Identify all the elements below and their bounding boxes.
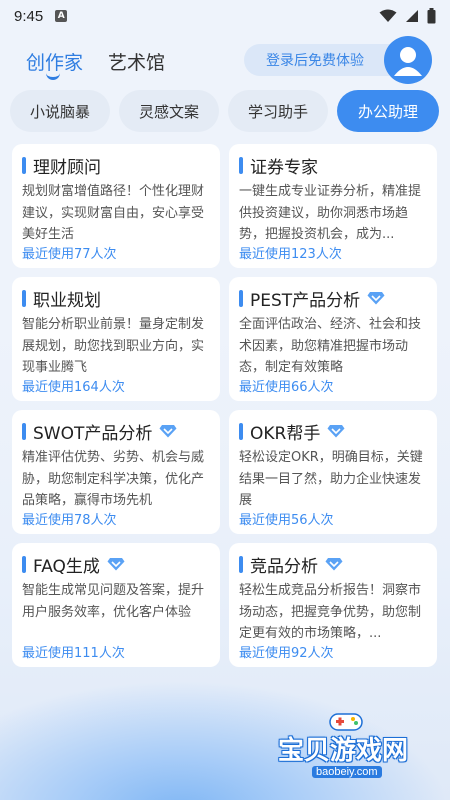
card-usage-count: 最近使用78人次 bbox=[22, 513, 117, 528]
card-description: 轻松设定OKR，明确目标，关键结果一目了然，助力企业快速发展 bbox=[239, 450, 423, 508]
card-description: 一键生成专业证券分析，精准提供投资建议，助你洞悉市场趋势，把握投资机会，成为..… bbox=[239, 184, 422, 242]
card-accent-bar bbox=[22, 156, 26, 174]
card-accent-bar bbox=[239, 289, 243, 307]
battery-icon bbox=[427, 8, 436, 24]
card-description: 智能生成常见问题及答案，提升用户服务效率，优化客户体验 bbox=[22, 583, 205, 620]
card-title: PEST产品分析 bbox=[250, 290, 361, 311]
watermark-text: 宝贝游戏网 bbox=[278, 736, 409, 766]
card-competitor-analysis[interactable]: 竞品分析 轻松生成竞品分析报告！洞察市场动态，把握竞争优势，助您制定更有效的市场… bbox=[229, 543, 437, 667]
card-title: OKR帮手 bbox=[250, 423, 321, 444]
card-usage-count: 最近使用77人次 bbox=[22, 247, 117, 262]
watermark-url: baobeiy.com bbox=[312, 766, 382, 778]
vip-diamond-icon bbox=[325, 558, 343, 571]
tab-active-indicator bbox=[46, 72, 60, 80]
card-title: SWOT产品分析 bbox=[33, 423, 153, 444]
vip-diamond-icon bbox=[107, 558, 125, 571]
card-accent-bar bbox=[22, 422, 26, 440]
card-accent-bar bbox=[22, 289, 26, 307]
card-usage-count: 最近使用92人次 bbox=[239, 646, 334, 661]
card-usage-count: 最近使用123人次 bbox=[239, 247, 342, 262]
vip-diamond-icon bbox=[159, 425, 177, 438]
card-description: 轻松生成竞品分析报告！洞察市场动态，把握竞争优势，助您制定更有效的市场策略，..… bbox=[239, 583, 422, 641]
card-description: 智能分析职业前景！量身定制发展规划，助您找到职业方向，实现事业腾飞 bbox=[22, 317, 205, 375]
card-title: FAQ生成 bbox=[33, 556, 100, 577]
card-usage-count: 最近使用111人次 bbox=[22, 646, 125, 661]
avatar[interactable] bbox=[384, 36, 432, 84]
card-financial-advisor[interactable]: 理财顾问 规划财富增值路径！个性化理财建议，实现财富自由，安心享受美好生活 最近… bbox=[12, 144, 220, 268]
chip-novel-brainstorm[interactable]: 小说脑暴 bbox=[10, 90, 110, 132]
card-swot-analysis[interactable]: SWOT产品分析 精准评估优势、劣势、机会与威胁，助您制定科学决策，优化产品策略… bbox=[12, 410, 220, 534]
card-pest-analysis[interactable]: PEST产品分析 全面评估政治、经济、社会和技术因素，助您精准把握市场动态，制定… bbox=[229, 277, 437, 401]
card-okr-helper[interactable]: OKR帮手 轻松设定OKR，明确目标，关键结果一目了然，助力企业快速发展 最近使… bbox=[229, 410, 437, 534]
login-free-trial-button[interactable]: 登录后免费体验 bbox=[244, 44, 404, 76]
card-usage-count: 最近使用164人次 bbox=[22, 380, 125, 395]
chip-study-assistant[interactable]: 学习助手 bbox=[228, 90, 328, 132]
card-description: 规划财富增值路径！个性化理财建议，实现财富自由，安心享受美好生活 bbox=[22, 184, 205, 242]
card-title: 职业规划 bbox=[33, 290, 101, 311]
category-chips: 小说脑暴 灵感文案 学习助手 办公助理 bbox=[0, 90, 450, 134]
status-icons bbox=[379, 8, 436, 24]
status-time: 9:45 bbox=[14, 7, 44, 25]
card-title: 竞品分析 bbox=[250, 556, 318, 577]
tab-creator[interactable]: 创作家 bbox=[26, 48, 83, 75]
notification-a-icon: A bbox=[55, 10, 68, 22]
vip-diamond-icon bbox=[367, 292, 385, 305]
card-usage-count: 最近使用66人次 bbox=[239, 380, 334, 395]
vip-diamond-icon bbox=[327, 425, 345, 438]
signal-icon bbox=[406, 10, 418, 22]
card-description: 精准评估优势、劣势、机会与威胁，助您制定科学决策，优化产品策略，赢得市场先机 bbox=[22, 450, 205, 508]
chip-inspiration-copy[interactable]: 灵感文案 bbox=[119, 90, 219, 132]
card-description: 全面评估政治、经济、社会和技术因素，助您精准把握市场动态，制定有效策略 bbox=[239, 317, 422, 375]
card-accent-bar bbox=[239, 555, 243, 573]
card-accent-bar bbox=[239, 156, 243, 174]
card-career-planning[interactable]: 职业规划 智能分析职业前景！量身定制发展规划，助您找到职业方向，实现事业腾飞 最… bbox=[12, 277, 220, 401]
card-accent-bar bbox=[22, 555, 26, 573]
card-title: 证券专家 bbox=[250, 157, 318, 178]
card-securities-expert[interactable]: 证券专家 一键生成专业证券分析，精准提供投资建议，助你洞悉市场趋势，把握投资机会… bbox=[229, 144, 437, 268]
status-bar: 9:45 A bbox=[0, 0, 450, 32]
card-title: 理财顾问 bbox=[33, 157, 101, 178]
card-faq-generator[interactable]: FAQ生成 智能生成常见问题及答案，提升用户服务效率，优化客户体验 最近使用11… bbox=[12, 543, 220, 667]
tab-gallery[interactable]: 艺术馆 bbox=[108, 48, 165, 75]
user-avatar-icon bbox=[394, 47, 422, 76]
chip-office-assistant[interactable]: 办公助理 bbox=[337, 90, 439, 132]
card-usage-count: 最近使用56人次 bbox=[239, 513, 334, 528]
wifi-icon bbox=[379, 9, 397, 22]
watermark: 宝贝游戏网 baobeiy.com bbox=[272, 708, 442, 792]
card-accent-bar bbox=[239, 422, 243, 440]
